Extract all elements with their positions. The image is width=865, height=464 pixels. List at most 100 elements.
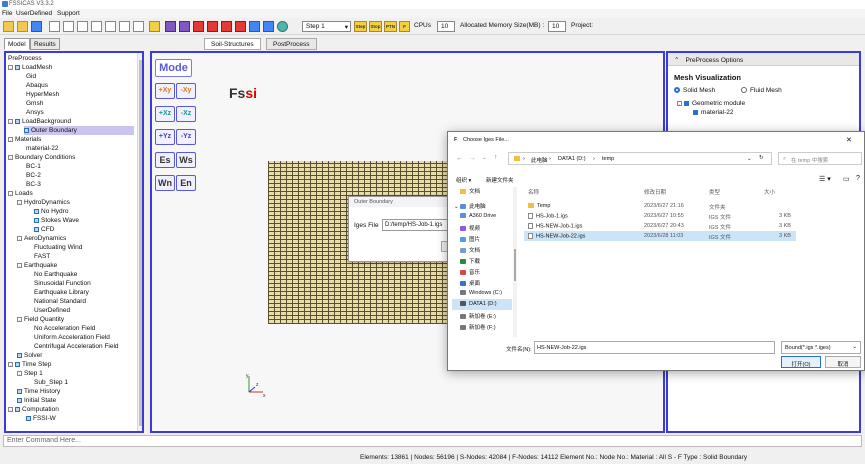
view-plus-xy-button[interactable]: +Xy (155, 83, 175, 99)
collapse-chevron-icon[interactable]: ⌃ (674, 57, 679, 64)
mesh-tool-icon[interactable] (165, 21, 176, 32)
sidebar-item-volume-e[interactable]: 新加卷 (E:) (460, 312, 496, 320)
tree-item-fssi-w[interactable]: FSSI-W (26, 414, 56, 423)
tree-scrollbar[interactable] (137, 53, 142, 431)
tree-item-no-hydro[interactable]: No Hydro (34, 207, 68, 216)
file-row-hs-job-1[interactable]: HS-Job-1.igs 2023/6/27 10:55 IGS 文件 3 KB (524, 211, 796, 221)
breadcrumb-data1[interactable]: DATA1 (D:) (558, 156, 586, 162)
grid-view-5-icon[interactable] (105, 21, 116, 32)
tree-item-field-quantity[interactable]: - Field Quantity (17, 315, 64, 324)
grid-view-4-icon[interactable] (91, 21, 102, 32)
column-name[interactable]: 名称 (528, 188, 539, 196)
mesh-tool-2-icon[interactable] (179, 21, 190, 32)
tree-item-hydrodynamics[interactable]: - HydroDynamics (17, 198, 70, 207)
tree-item-stokes-wave[interactable]: Stokes Wave (34, 216, 79, 225)
geometric-module-item[interactable]: - Geometric module (677, 100, 745, 107)
sidebar-item-downloads[interactable]: 下载 (460, 257, 480, 265)
grid-view-3-icon[interactable] (77, 21, 88, 32)
iges-file-input[interactable]: D:/temp/HS-Job-1.igs (382, 219, 455, 231)
address-bar[interactable]: › 此电脑 › DATA1 (D:) › temp ⌄ ↻ (508, 152, 772, 165)
settings-icon[interactable] (277, 21, 288, 32)
tree-item-bc-2[interactable]: BC-2 (26, 171, 41, 180)
material-22-item[interactable]: material-22 (693, 109, 734, 116)
mode-button[interactable]: Mode (155, 59, 192, 77)
tree-item-no-acceleration-field[interactable]: No Acceleration Field (34, 324, 95, 333)
menu-userdefined[interactable]: UserDefined (16, 10, 52, 17)
view-ws-button[interactable]: Ws (176, 152, 196, 168)
tree-item-gid[interactable]: Gid (26, 72, 36, 81)
tree-item-sub-step-1[interactable]: Sub_Step 1 (34, 378, 68, 387)
preview-pane-icon[interactable]: ▭ (843, 175, 850, 183)
tree-item-boundary-conditions[interactable]: - Boundary Conditions (8, 153, 75, 162)
tree-item-loads[interactable]: - Loads (8, 189, 33, 198)
tree-item-initial-state[interactable]: Initial State (17, 396, 56, 405)
view-es-button[interactable]: Es (155, 152, 175, 168)
tree-item-abaqus[interactable]: Abaqus (26, 81, 48, 90)
open-folder-alt-icon[interactable] (17, 21, 28, 32)
tree-item-aerodynamics[interactable]: - AeroDynamics (17, 234, 66, 243)
close-icon[interactable]: ✕ (846, 136, 852, 144)
tree-item-earthquake[interactable]: - Earthquake (17, 261, 57, 270)
tree-item-outer-boundary[interactable]: Outer Boundary (24, 126, 134, 135)
view-minus-yz-button[interactable]: -Yz (176, 129, 196, 145)
tree-scrollbar-thumb[interactable] (139, 60, 142, 426)
file-row-hs-new-job-1[interactable]: HS-NEW-Job-1.igs 2023/6/27 20:43 IGS 文件 … (524, 221, 796, 231)
model-tool-3-icon[interactable] (221, 21, 232, 32)
tab-soil-structures[interactable]: Soil-Structures (204, 38, 261, 50)
checkbox-icon[interactable] (684, 100, 689, 106)
cancel-button[interactable]: 取消 (825, 356, 861, 368)
organize-button[interactable]: 组织 ▾ (456, 176, 471, 184)
sidebar-item-data1-d[interactable]: DATA1 (D:) (452, 299, 512, 310)
tree-item-time-step[interactable]: - Time Step (8, 360, 51, 369)
tab-results[interactable]: Results (30, 38, 60, 50)
column-date[interactable]: 修改日期 (644, 188, 666, 196)
sidebar-item-music[interactable]: 音乐 (460, 268, 480, 276)
tree-item-fast[interactable]: FAST (34, 252, 50, 261)
open-button[interactable]: 打开(O) (781, 356, 821, 368)
view-minus-xy-button[interactable]: -Xy (176, 83, 196, 99)
ptn-button[interactable]: PTN (384, 21, 397, 32)
new-folder-button[interactable]: 新建文件夹 (486, 176, 514, 184)
refresh-icon[interactable]: ↻ (759, 155, 764, 161)
view-minus-xz-button[interactable]: -Xz (176, 106, 196, 122)
sidebar-scrollbar-thumb[interactable] (514, 249, 516, 281)
memory-input[interactable]: 10 (548, 21, 566, 32)
tree-item-cfd[interactable]: CFD (34, 225, 54, 234)
tab-model[interactable]: Model (4, 38, 30, 50)
tree-item-material-22[interactable]: material-22 (26, 144, 59, 153)
tree-item-userdefined[interactable]: UserDefined (34, 306, 70, 315)
sidebar-item-this-pc[interactable]: ⌄ 此电脑 (454, 202, 486, 210)
checkbox-icon[interactable] (693, 109, 698, 115)
tree-item-preprocess[interactable]: PreProcess (8, 54, 42, 63)
model-tool-4-icon[interactable] (235, 21, 246, 32)
tree-item-time-history[interactable]: Time History (17, 387, 60, 396)
save-icon[interactable] (31, 21, 42, 32)
grid-view-1-icon[interactable] (49, 21, 60, 32)
help-icon[interactable]: ? (856, 175, 860, 182)
tree-item-uniform-acceleration-field[interactable]: Uniform Acceleration Field (34, 333, 110, 342)
tree-item-national-standard[interactable]: National Standard (34, 297, 86, 306)
tree-item-bc-1[interactable]: BC-1 (26, 162, 41, 171)
view-wn-button[interactable]: Wn (155, 175, 175, 191)
up-icon[interactable]: ↑ (494, 154, 498, 161)
search-box[interactable]: ⌕ 在 temp 中搜索 (778, 152, 862, 165)
tree-item-loadmesh[interactable]: - LoadMesh (8, 63, 52, 72)
tree-item-earthquake-library[interactable]: Earthquake Library (34, 288, 89, 297)
view-plus-xz-button[interactable]: +Xz (155, 106, 175, 122)
view-tool-2-icon[interactable] (263, 21, 274, 32)
sidebar-scrollbar[interactable] (513, 187, 517, 337)
sidebar-item-a360[interactable]: A360 Drive (460, 213, 496, 219)
menu-file[interactable]: File (2, 10, 12, 17)
tree-item-computation[interactable]: - Computation (8, 405, 59, 414)
sidebar-item-pictures[interactable]: 图片 (460, 235, 480, 243)
sidebar-item-documents-2[interactable]: 文档 (460, 246, 480, 254)
sidebar-item-videos[interactable]: 视频 (460, 224, 480, 232)
step-button[interactable]: Step (354, 21, 367, 32)
model-tool-icon[interactable] (193, 21, 204, 32)
breadcrumb-this-pc[interactable]: 此电脑 (531, 156, 548, 164)
tree-item-gmsh[interactable]: Gmsh (26, 99, 43, 108)
fluid-mesh-radio[interactable]: Fluid Mesh (741, 87, 782, 94)
solid-mesh-radio[interactable]: Solid Mesh (674, 87, 715, 94)
back-icon[interactable]: ← (456, 155, 463, 162)
sidebar-item-documents[interactable]: 文档 (460, 187, 480, 195)
